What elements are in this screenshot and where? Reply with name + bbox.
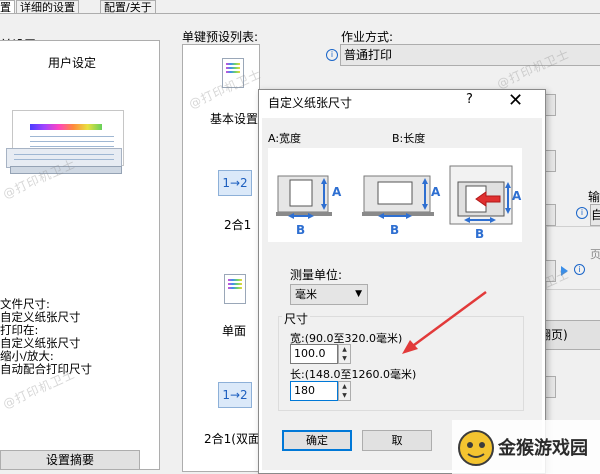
chevron-down-icon: ▼	[355, 289, 362, 299]
preset-list-label: 单键预设列表:	[182, 30, 259, 44]
settings-summary-button[interactable]: 设置摘要	[0, 450, 140, 470]
spin-down-icon[interactable]: ▼	[339, 354, 350, 363]
diagram-2	[362, 175, 434, 219]
logo-icon	[458, 430, 494, 466]
tab-detailed-settings[interactable]: 详细的设置	[16, 0, 79, 14]
preset-item-single-sided[interactable]: 单面	[222, 322, 246, 339]
tab-basic[interactable]: 置	[0, 0, 15, 14]
info-icon[interactable]: i	[576, 207, 588, 219]
cancel-button[interactable]: 取	[362, 430, 432, 451]
info-line: 自动配合打印尺寸	[0, 362, 92, 376]
help-button[interactable]: ?	[466, 92, 473, 107]
length-caption: B:长度	[392, 132, 426, 145]
two-in-one-duplex-icon: 1→2	[218, 382, 252, 408]
paper-feed-diagram: A B A B A B	[276, 165, 522, 241]
dialog-title: 自定义纸张尺寸	[268, 96, 353, 110]
info-icon[interactable]: i	[326, 49, 338, 61]
page-label-fragment: 页	[590, 248, 600, 261]
diagram-3	[449, 165, 513, 225]
letter-a: A	[431, 185, 441, 199]
unit-select[interactable]: 毫米 ▼	[290, 284, 368, 305]
letter-b: B	[390, 223, 399, 237]
user-setting-label: 用户设定	[48, 56, 97, 70]
preset-item-basic[interactable]: 基本设置	[210, 110, 258, 127]
logo-text: 金猴游戏园	[498, 438, 588, 459]
job-type-label: 作业方式:	[341, 30, 394, 44]
site-logo: 金猴游戏园	[452, 420, 600, 474]
width-caption: A:宽度	[268, 132, 302, 145]
letter-b: B	[475, 227, 484, 241]
unit-select-value: 毫米	[295, 288, 317, 301]
unit-label: 测量单位:	[290, 268, 343, 282]
diagram-1	[276, 175, 332, 219]
width-spinner[interactable]: ▲ ▼	[338, 344, 351, 364]
spin-up-icon[interactable]: ▲	[339, 345, 350, 354]
tab-divider	[0, 13, 600, 14]
spin-down-icon[interactable]: ▼	[339, 391, 350, 400]
letter-a: A	[332, 185, 342, 199]
tab-strip: 置 详细的设置 配置/关于	[0, 0, 600, 14]
length-input[interactable]: 180	[290, 381, 338, 401]
preset-item-2in1[interactable]: 2合1	[224, 216, 251, 233]
size-group-label: 尺寸	[282, 310, 311, 327]
annotation-arrow	[402, 290, 487, 354]
preview-panel	[0, 40, 160, 470]
info-icon[interactable]: i	[574, 264, 585, 275]
spin-up-icon[interactable]: ▲	[339, 382, 350, 391]
two-in-one-icon: 1→2	[218, 170, 252, 196]
letter-b: B	[296, 223, 305, 237]
ok-button[interactable]: 确定	[282, 430, 352, 451]
document-icon	[224, 274, 246, 304]
settings-info: 文件尺寸: 自定义纸张尺寸 打印在: 自定义纸张尺寸 缩小/放大: 自动配合打印…	[0, 298, 92, 376]
close-button[interactable]: ✕	[508, 90, 523, 111]
letter-a: A	[512, 189, 522, 203]
tab-config-about[interactable]: 配置/关于	[100, 0, 156, 14]
width-input[interactable]: 100.0	[290, 344, 338, 364]
output-select[interactable]: 自	[590, 204, 600, 226]
output-label-fragment: 输	[588, 190, 600, 204]
length-spinner[interactable]: ▲ ▼	[338, 381, 351, 401]
preset-item-2in1-duplex[interactable]: 2合1(双面	[204, 430, 260, 447]
length-range-label: 长:(148.0至1260.0毫米)	[290, 368, 417, 381]
